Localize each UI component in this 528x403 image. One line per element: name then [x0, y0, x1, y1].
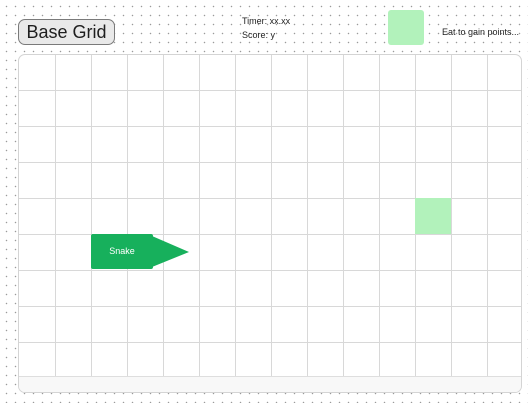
game-board[interactable]: Snake: [18, 54, 522, 393]
base-grid-button[interactable]: Base Grid: [18, 19, 115, 45]
food-cell: [415, 198, 451, 234]
snake-body: Snake: [91, 234, 153, 269]
board-footer: [19, 376, 521, 392]
food-hint-text: Eat to gain points...: [442, 27, 520, 37]
food-legend-swatch: [388, 10, 424, 45]
score-display: Score: y: [242, 30, 276, 40]
snake-head-arrow: [152, 236, 189, 267]
timer-display: Timer: xx.xx: [242, 16, 291, 26]
